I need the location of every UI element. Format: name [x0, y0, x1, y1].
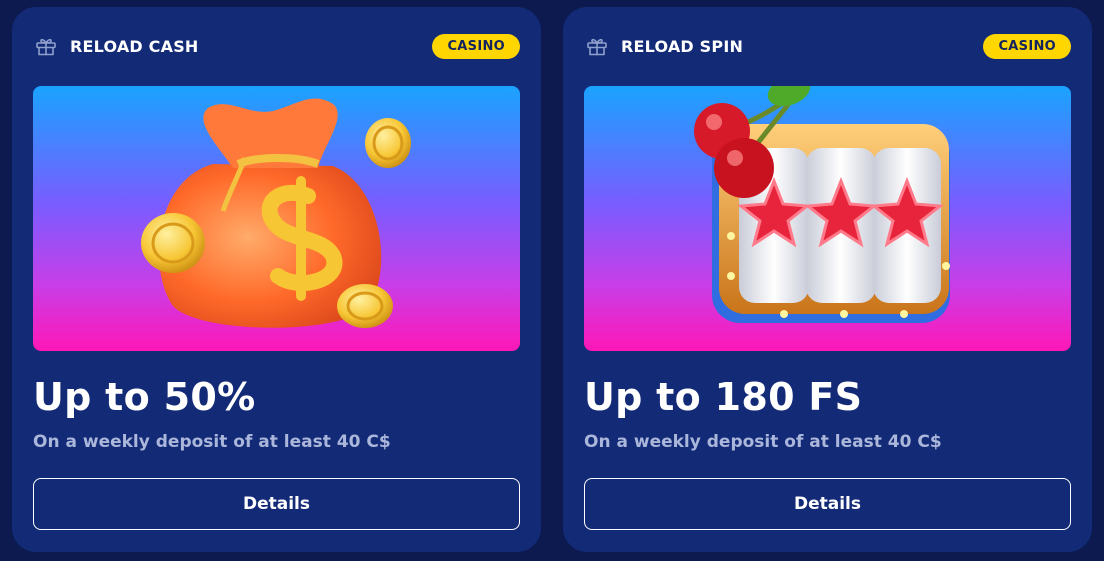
card-title-wrap: RELOAD CASH — [34, 34, 199, 58]
bonus-amount: Up to 180 FS — [584, 375, 863, 419]
card-header: RELOAD CASH CASINO — [34, 31, 520, 61]
card-title: RELOAD CASH — [70, 36, 199, 56]
promo-card-reload-spin: RELOAD SPIN CASINO Up to 180 FS On a wee… — [563, 7, 1092, 552]
card-title-wrap: RELOAD SPIN — [585, 34, 743, 58]
bonus-condition: On a weekly deposit of at least 40 C$ — [584, 432, 942, 452]
bonus-amount: Up to 50% — [33, 375, 256, 419]
gift-icon — [36, 38, 56, 56]
bonus-condition: On a weekly deposit of at least 40 C$ — [33, 432, 391, 452]
category-badge: CASINO — [432, 33, 520, 59]
promo-card-reload-cash: RELOAD CASH CASINO Up to 50% On a weekly… — [12, 7, 541, 552]
card-title: RELOAD SPIN — [621, 36, 744, 56]
details-button[interactable]: Details — [33, 478, 520, 530]
promo-image-slot-machine — [584, 86, 1071, 351]
category-badge: CASINO — [983, 33, 1071, 59]
gift-icon — [587, 38, 607, 56]
promo-image-money-bag — [33, 86, 520, 351]
card-header: RELOAD SPIN CASINO — [585, 31, 1071, 61]
promo-cards: RELOAD CASH CASINO Up to 50% On a weekly… — [0, 0, 1104, 561]
details-button[interactable]: Details — [584, 478, 1071, 530]
